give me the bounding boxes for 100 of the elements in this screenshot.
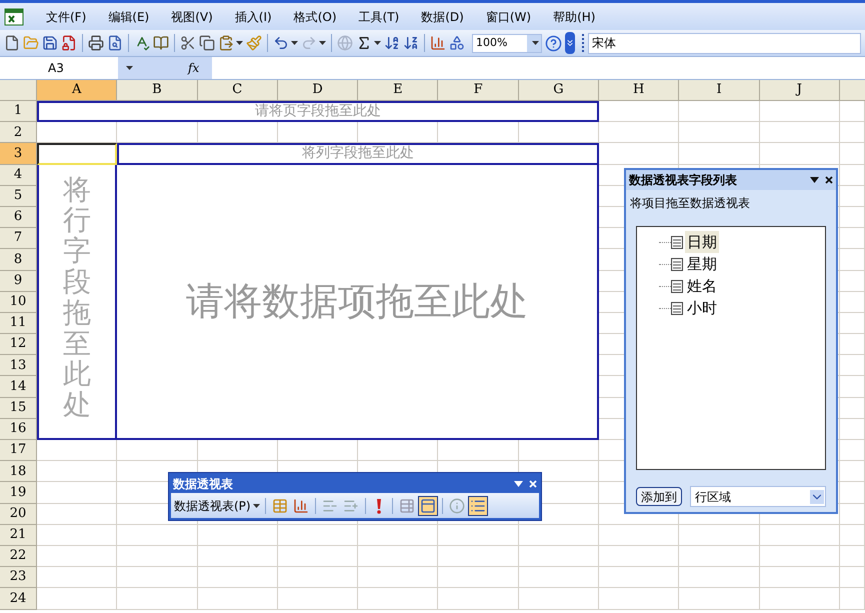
menu-item[interactable]: 文件(F) bbox=[46, 8, 86, 26]
book-icon[interactable] bbox=[153, 35, 169, 51]
add-to-button[interactable]: 添加到 bbox=[636, 487, 682, 506]
row-header[interactable]: 1 bbox=[0, 101, 37, 122]
spreadsheet-icon[interactable] bbox=[4, 8, 24, 26]
font-field[interactable]: 宋体 bbox=[588, 32, 861, 54]
sheet-cell[interactable] bbox=[518, 546, 600, 568]
sheet-cell[interactable] bbox=[679, 122, 760, 144]
sheet-cell[interactable] bbox=[37, 482, 118, 504]
sheet-cell[interactable] bbox=[840, 398, 865, 419]
row-header[interactable]: 4 bbox=[0, 164, 37, 186]
sheet-cell[interactable] bbox=[117, 546, 198, 568]
sheet-cell[interactable] bbox=[760, 101, 840, 122]
sheet-cell[interactable] bbox=[840, 122, 865, 144]
sheet-cell[interactable] bbox=[599, 567, 680, 588]
sheet-cell[interactable] bbox=[840, 440, 865, 462]
column-header[interactable]: F bbox=[438, 80, 519, 101]
row-header[interactable]: 9 bbox=[0, 270, 37, 292]
column-header[interactable]: J bbox=[760, 80, 840, 101]
row-header[interactable]: 12 bbox=[0, 334, 37, 356]
sheet-cell[interactable] bbox=[358, 567, 438, 588]
sheet-cell[interactable] bbox=[760, 122, 840, 144]
column-header[interactable]: B bbox=[117, 80, 198, 101]
sheet-cell[interactable] bbox=[358, 588, 438, 610]
clipboard-icon[interactable] bbox=[218, 35, 234, 51]
sheet-cell[interactable] bbox=[438, 567, 519, 588]
sheet-cell[interactable] bbox=[599, 122, 680, 144]
sheet-cell[interactable] bbox=[760, 567, 840, 588]
row-header[interactable]: 18 bbox=[0, 461, 37, 482]
sheet-cell[interactable] bbox=[679, 546, 760, 568]
locked-document-icon[interactable] bbox=[61, 35, 77, 51]
sheet-cell[interactable] bbox=[37, 546, 118, 568]
sheet-cell[interactable] bbox=[198, 546, 278, 568]
row-header[interactable]: 7 bbox=[0, 228, 37, 250]
menu-item[interactable]: 窗口(W) bbox=[486, 8, 532, 26]
sheet-cell[interactable] bbox=[37, 524, 118, 546]
sheet-cell[interactable] bbox=[117, 588, 198, 610]
row-header[interactable]: 13 bbox=[0, 355, 37, 376]
sheet-cell[interactable] bbox=[840, 588, 865, 610]
bar-chart-icon[interactable] bbox=[292, 496, 310, 514]
sheet-cell[interactable] bbox=[198, 588, 278, 610]
sheet-cell[interactable] bbox=[840, 546, 865, 568]
printer-icon[interactable] bbox=[88, 35, 104, 51]
zoom-field[interactable]: 100% bbox=[472, 34, 542, 52]
sheet-cell[interactable] bbox=[117, 524, 198, 546]
sheet-cell[interactable] bbox=[760, 143, 840, 165]
sheet-cell[interactable] bbox=[679, 101, 760, 122]
sheet-cell[interactable] bbox=[679, 143, 760, 165]
row-header[interactable]: 21 bbox=[0, 524, 37, 546]
row-header[interactable]: 20 bbox=[0, 504, 37, 525]
row-header[interactable]: 22 bbox=[0, 546, 37, 568]
sheet-cell[interactable] bbox=[760, 588, 840, 610]
sheet-cell[interactable] bbox=[518, 524, 600, 546]
sheet-cell[interactable] bbox=[840, 461, 865, 482]
sheet-cell[interactable] bbox=[37, 588, 118, 610]
area-dropdown[interactable]: 行区域 bbox=[690, 486, 826, 507]
sheet-cell[interactable] bbox=[840, 164, 865, 186]
sheet-cell[interactable] bbox=[599, 546, 680, 568]
column-header[interactable]: H bbox=[599, 80, 680, 101]
sheet-cell[interactable] bbox=[37, 504, 118, 525]
sheet-cell[interactable] bbox=[840, 270, 865, 292]
sheet-cell[interactable] bbox=[840, 567, 865, 588]
dropdown-triangle-icon[interactable] bbox=[514, 481, 523, 487]
field-item[interactable]: 姓名 bbox=[685, 274, 719, 298]
sheet-cell[interactable] bbox=[37, 567, 118, 588]
row-header[interactable]: 5 bbox=[0, 186, 37, 207]
sheet-cell[interactable] bbox=[599, 588, 680, 610]
column-header[interactable]: I bbox=[679, 80, 760, 101]
sheet-cell[interactable] bbox=[760, 524, 840, 546]
row-header[interactable]: 16 bbox=[0, 418, 37, 440]
sheet-cell[interactable] bbox=[599, 524, 680, 546]
document-icon[interactable] bbox=[4, 35, 20, 51]
row-header[interactable]: 2 bbox=[0, 122, 37, 144]
sort-descending-icon[interactable] bbox=[403, 35, 419, 51]
sheet-cell[interactable] bbox=[840, 376, 865, 398]
sheet-cell[interactable] bbox=[438, 524, 519, 546]
sheet-cell[interactable] bbox=[438, 588, 519, 610]
menu-item[interactable]: 格式(O) bbox=[294, 8, 337, 26]
row-header[interactable]: 19 bbox=[0, 482, 37, 504]
sheet-cell[interactable] bbox=[198, 524, 278, 546]
sort-ascending-icon[interactable] bbox=[384, 35, 400, 51]
sheet-cell[interactable] bbox=[840, 482, 865, 504]
sheet-cell[interactable] bbox=[679, 567, 760, 588]
field-item[interactable]: 小时 bbox=[685, 296, 719, 320]
row-header[interactable]: 6 bbox=[0, 206, 37, 228]
list-icon[interactable] bbox=[468, 496, 487, 514]
column-header[interactable]: E bbox=[358, 80, 438, 101]
sheet-cell[interactable] bbox=[518, 567, 600, 588]
undo-icon[interactable] bbox=[273, 35, 289, 51]
sheet-cell[interactable] bbox=[679, 588, 760, 610]
select-all-corner[interactable] bbox=[0, 80, 37, 101]
sheet-cell[interactable] bbox=[840, 206, 865, 228]
copy-icon[interactable] bbox=[199, 35, 215, 51]
sheet-cell[interactable] bbox=[840, 418, 865, 440]
sheet-cell[interactable] bbox=[358, 524, 438, 546]
menu-item[interactable]: 数据(D) bbox=[421, 8, 464, 26]
column-header[interactable]: A bbox=[37, 80, 118, 101]
row-header[interactable]: 10 bbox=[0, 292, 37, 313]
menu-item[interactable]: 视图(V) bbox=[171, 8, 213, 26]
paintbrush-icon[interactable] bbox=[246, 35, 262, 51]
